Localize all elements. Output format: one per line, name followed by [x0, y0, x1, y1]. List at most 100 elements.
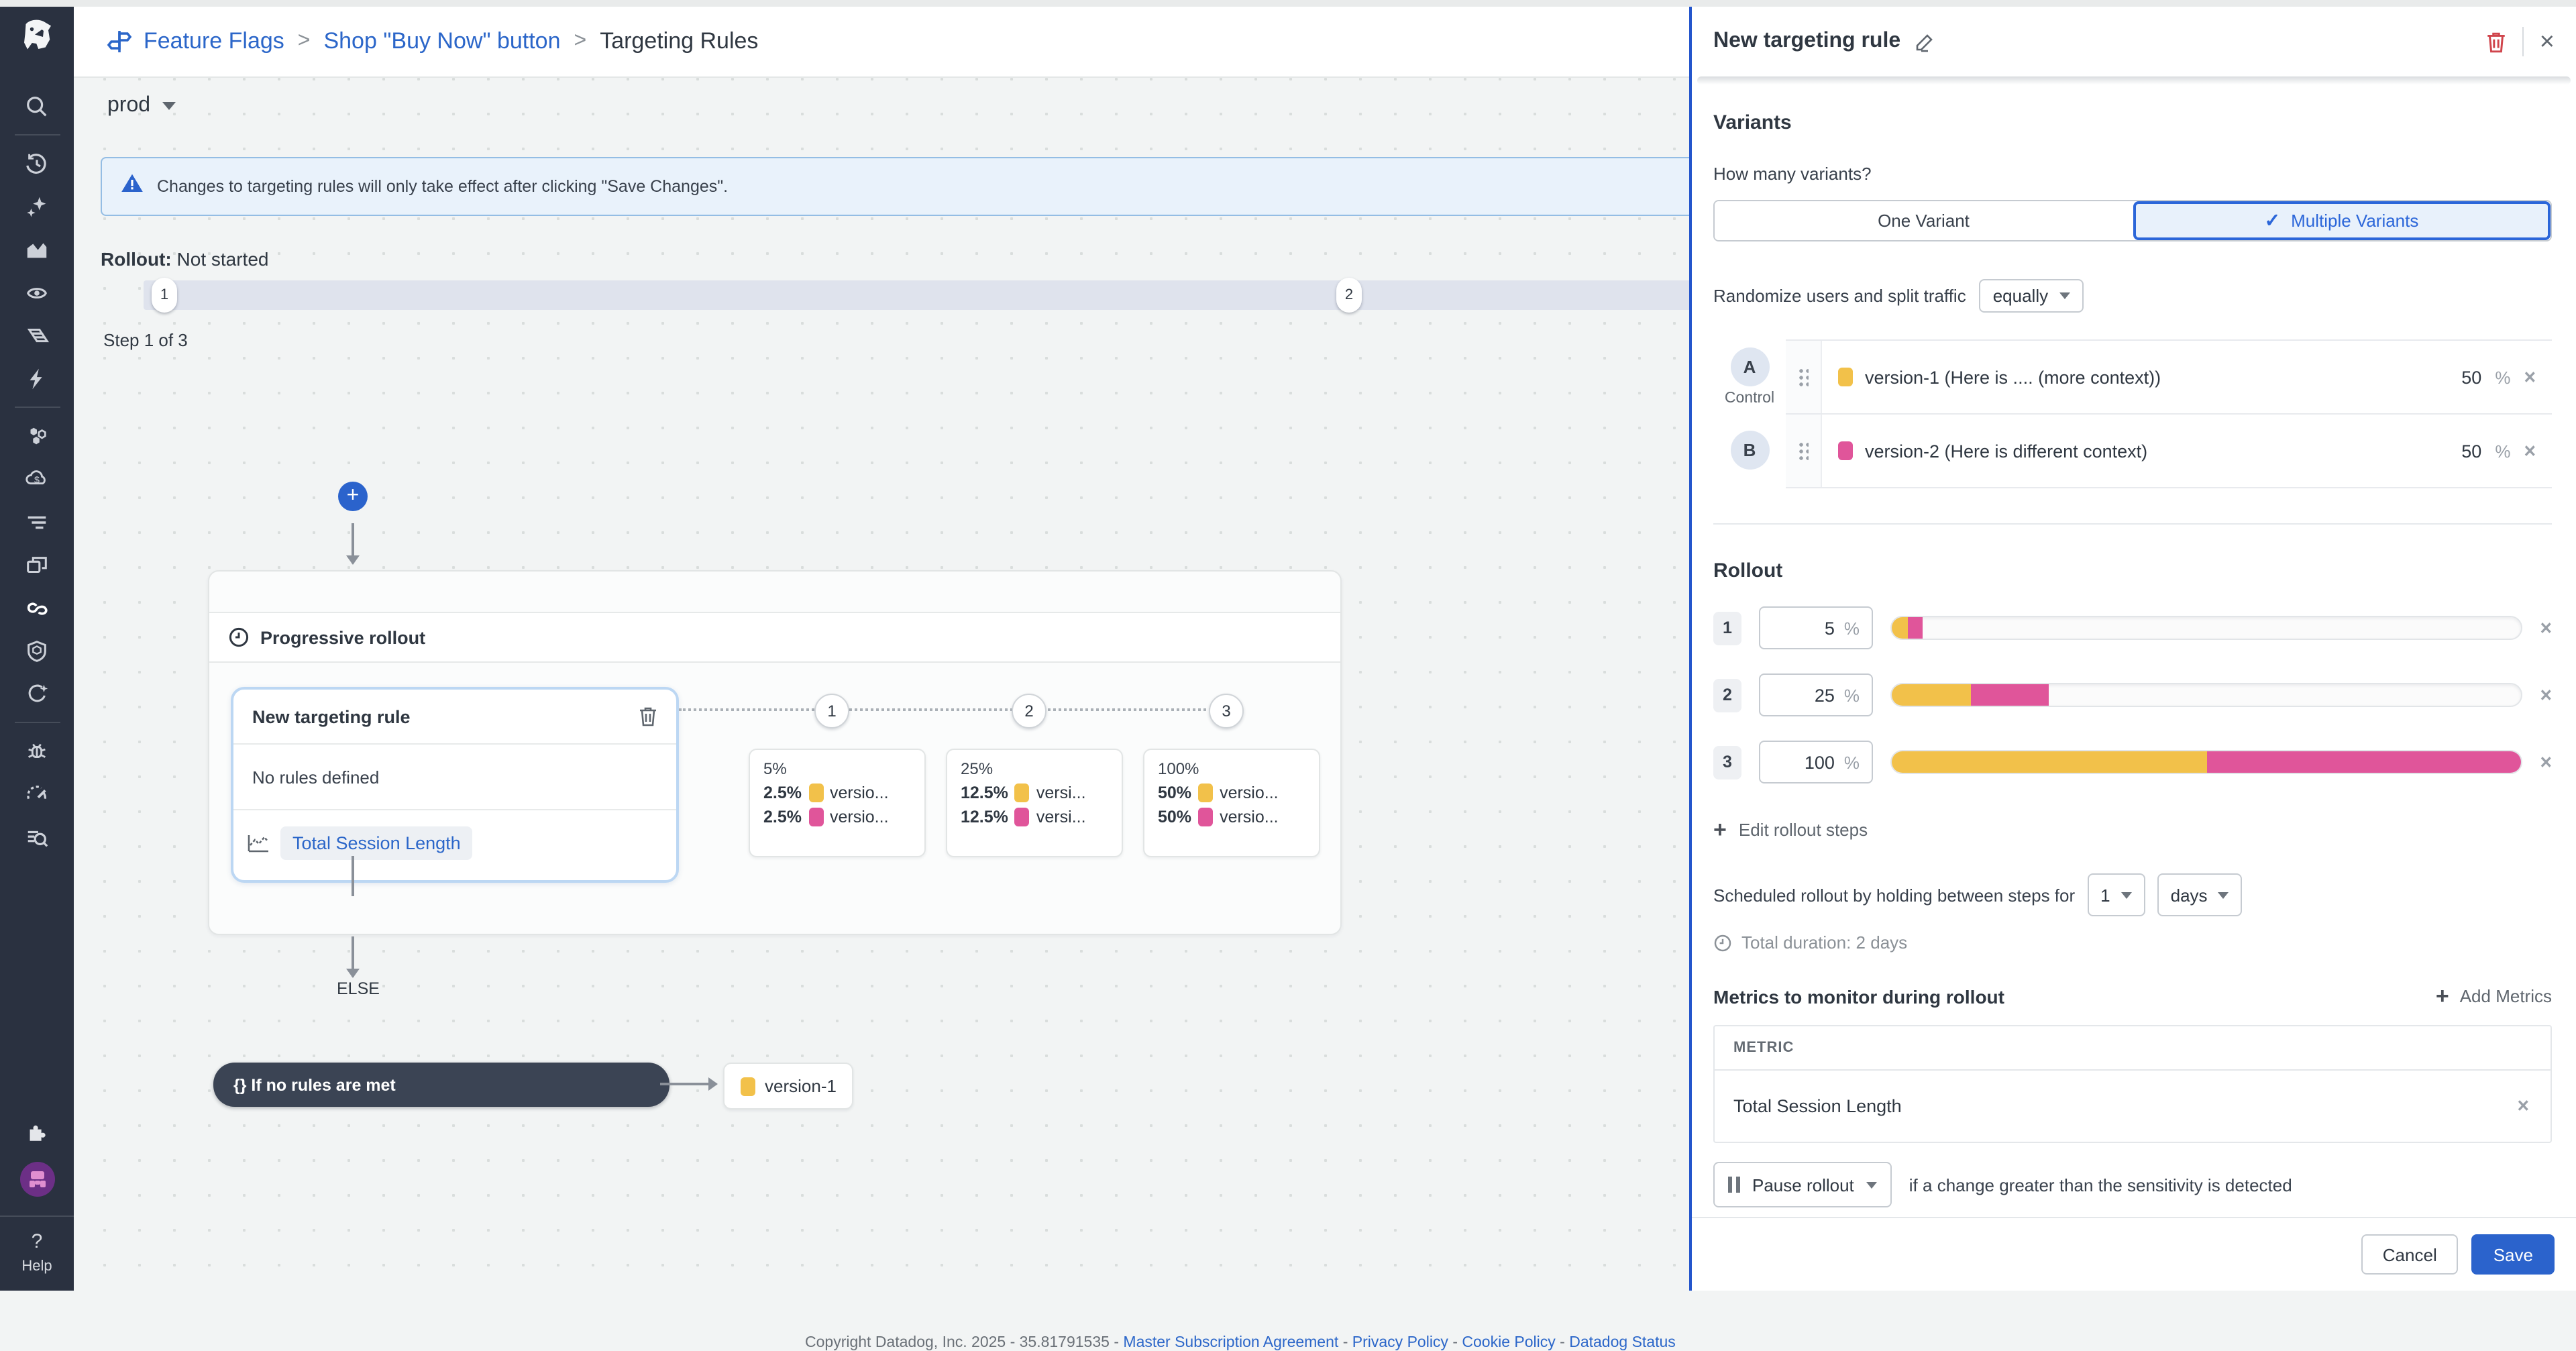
- cancel-button[interactable]: Cancel: [2361, 1234, 2459, 1275]
- targeting-rule-card[interactable]: New targeting rule No rules defined Tota…: [231, 687, 679, 883]
- remove-variant-icon[interactable]: ×: [2524, 365, 2536, 389]
- history-icon[interactable]: [0, 142, 74, 185]
- breadcrumb-flag-link[interactable]: Shop "Buy Now" button: [323, 28, 560, 55]
- breadcrumb-feature-flags-link[interactable]: Feature Flags: [106, 28, 284, 55]
- step-variant-row: 2.5%versio...: [763, 783, 924, 802]
- split-mode-select[interactable]: equally: [1980, 279, 2083, 313]
- randomize-row: Randomize users and split traffic equall…: [1713, 279, 2552, 313]
- rum-windows-icon[interactable]: [0, 543, 74, 586]
- step-progress-bar: [1890, 683, 2522, 707]
- step-percent-input[interactable]: 100 %: [1759, 741, 1873, 783]
- multiple-variants-option[interactable]: ✓ Multiple Variants: [2133, 201, 2551, 240]
- variant-row-2: version-2 (Here is different context) 50…: [1786, 415, 2552, 488]
- save-button[interactable]: Save: [2472, 1234, 2555, 1275]
- step-circle-2[interactable]: 2: [1012, 694, 1046, 728]
- logs-filter-icon[interactable]: [0, 500, 74, 543]
- breadcrumb-item[interactable]: Shop "Buy Now" button: [323, 28, 560, 55]
- breadcrumb: Feature Flags > Shop "Buy Now" button > …: [106, 28, 758, 55]
- metric-action-select[interactable]: Pause rollout: [1713, 1162, 1892, 1207]
- hold-unit-select[interactable]: days: [2157, 873, 2243, 916]
- ci-pipelines-icon[interactable]: [0, 586, 74, 629]
- remove-variant-icon[interactable]: ×: [2524, 439, 2536, 463]
- footer-separator: -: [1556, 1335, 1569, 1351]
- banner-text: Changes to targeting rules will only tak…: [157, 177, 728, 196]
- chevron-down-icon: [2121, 891, 2132, 898]
- fallback-rule-text: {} If no rules are met: [233, 1075, 396, 1094]
- rollout-step-row-3: 3 100 % ×: [1713, 741, 2552, 783]
- remove-step-icon[interactable]: ×: [2540, 616, 2552, 640]
- delete-rule-icon[interactable]: [639, 706, 657, 727]
- rollout-step-card-2[interactable]: 25% 12.5%versi... 12.5%versi...: [946, 749, 1123, 857]
- environment-value[interactable]: prod: [107, 94, 150, 118]
- edit-rollout-steps-button[interactable]: + Edit rollout steps: [1713, 818, 2552, 841]
- rollout-step-card-1[interactable]: 5% 2.5%versio... 2.5%versio...: [749, 749, 926, 857]
- hold-value-select[interactable]: 1: [2087, 873, 2145, 916]
- footer-link-cookie[interactable]: Cookie Policy: [1462, 1335, 1555, 1351]
- close-icon[interactable]: ×: [2540, 29, 2555, 54]
- delete-rule-icon[interactable]: [2486, 30, 2506, 53]
- cloud-cost-icon[interactable]: $: [0, 457, 74, 500]
- timeline-marker-2[interactable]: 2: [1336, 278, 1362, 313]
- error-tracking-bug-icon[interactable]: [0, 730, 74, 773]
- bar-segment-pink: [1907, 617, 1923, 639]
- check-icon: ✓: [2265, 209, 2280, 232]
- environment-select[interactable]: prod: [107, 94, 176, 118]
- help-question-icon[interactable]: ?: [32, 1230, 43, 1253]
- randomize-label: Randomize users and split traffic: [1713, 286, 1966, 306]
- add-metrics-button[interactable]: + Add Metrics: [2436, 985, 2552, 1008]
- footer-link-privacy[interactable]: Privacy Policy: [1352, 1335, 1448, 1351]
- one-variant-option[interactable]: One Variant: [1715, 201, 2133, 240]
- header-divider: [2522, 27, 2524, 56]
- integrations-puzzle-icon[interactable]: [0, 1111, 74, 1154]
- infrastructure-hex-icon[interactable]: [0, 415, 74, 457]
- metric-chip-link[interactable]: Total Session Length: [280, 826, 473, 859]
- metric-column-header: METRIC: [1715, 1026, 2551, 1069]
- step-variant-row: 12.5%versi...: [961, 808, 1122, 826]
- search-icon[interactable]: [0, 85, 74, 127]
- step-circle-3[interactable]: 3: [1209, 694, 1244, 728]
- variant-split-input[interactable]: 50: [2461, 367, 2481, 387]
- step-percent-value: 100: [1805, 752, 1835, 772]
- datadog-logo-icon[interactable]: [14, 15, 60, 60]
- progressive-rollout-title: Progressive rollout: [260, 627, 425, 647]
- ai-sparkles-icon[interactable]: [0, 185, 74, 228]
- remove-metric-icon[interactable]: ×: [2517, 1094, 2529, 1118]
- watchdog-icon[interactable]: [0, 271, 74, 314]
- rollout-step-card-3[interactable]: 100% 50%versio... 50%versio...: [1143, 749, 1320, 857]
- chevron-down-icon: [162, 102, 176, 110]
- edit-title-icon[interactable]: [1914, 32, 1934, 52]
- remove-step-icon[interactable]: ×: [2540, 683, 2552, 707]
- drag-handle-icon[interactable]: [1786, 415, 1822, 487]
- bar-segment-yellow: [1892, 751, 2206, 773]
- step-percent-input[interactable]: 5 %: [1759, 606, 1873, 649]
- help-block[interactable]: ? Help: [0, 1215, 74, 1275]
- progressive-rollout-header: Progressive rollout: [209, 612, 1340, 663]
- service-mgmt-icon[interactable]: [0, 672, 74, 715]
- dashboards-layers-icon[interactable]: [0, 314, 74, 357]
- footer-link-msa[interactable]: Master Subscription Agreement: [1123, 1335, 1338, 1351]
- footer-link-status[interactable]: Datadog Status: [1569, 1335, 1676, 1351]
- variant-badge-column: A Control B: [1713, 339, 1786, 488]
- fallback-variant-card[interactable]: version-1: [723, 1063, 854, 1110]
- remove-step-icon[interactable]: ×: [2540, 750, 2552, 774]
- variant-name: versio...: [830, 783, 889, 802]
- step-percent-value: 5: [1825, 618, 1835, 638]
- breadcrumb-item[interactable]: Feature Flags: [144, 28, 284, 55]
- metrics-chart-icon[interactable]: [0, 228, 74, 271]
- variant-split-input[interactable]: 50: [2461, 441, 2481, 461]
- apm-bolt-icon[interactable]: [0, 357, 74, 400]
- security-shield-icon[interactable]: [0, 629, 74, 672]
- profiling-gauge-icon[interactable]: [0, 773, 74, 816]
- scroll-shadow: [1697, 76, 2571, 85]
- drag-handle-icon[interactable]: [1786, 341, 1822, 413]
- timeline-marker-1[interactable]: 1: [152, 278, 177, 313]
- rule-card-title: New targeting rule: [252, 706, 411, 726]
- add-rule-button[interactable]: +: [338, 482, 368, 511]
- variant-swatch-yellow: [808, 783, 823, 802]
- user-avatar[interactable]: [19, 1162, 54, 1197]
- fallback-rule-pill[interactable]: {} If no rules are met: [213, 1063, 669, 1107]
- total-duration-note: Total duration: 2 days: [1713, 932, 2552, 953]
- log-explorer-icon[interactable]: [0, 816, 74, 859]
- step-percent-input[interactable]: 25 %: [1759, 673, 1873, 716]
- step-circle-1[interactable]: 1: [814, 694, 849, 728]
